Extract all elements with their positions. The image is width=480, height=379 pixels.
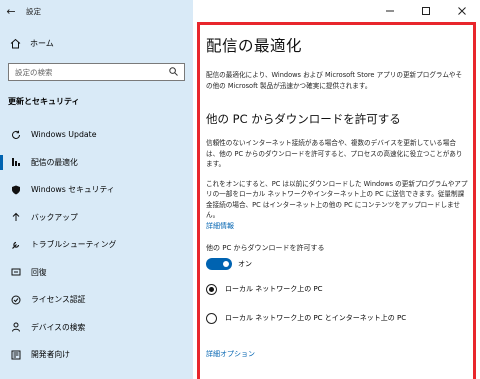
search-input[interactable]: 設定の検索 bbox=[8, 63, 185, 81]
sidebar-item-label: デバイスの検索 bbox=[31, 322, 86, 332]
sidebar-item-label: 配信の最適化 bbox=[31, 157, 78, 167]
allow-downloads-toggle-row: オン bbox=[206, 257, 468, 270]
search-placeholder: 設定の検索 bbox=[15, 67, 53, 77]
sidebar-nav: Windows Update 配信の最適化 Windows セキュリティ バック… bbox=[0, 121, 193, 369]
sidebar-item-label: Windows Update bbox=[31, 130, 97, 140]
title-bar-left: ← 設定 bbox=[0, 0, 193, 22]
radio-local-network[interactable]: ローカル ネットワーク上の PC bbox=[206, 283, 468, 295]
search-icon[interactable] bbox=[169, 66, 178, 78]
sidebar-item-label: ライセンス認証 bbox=[31, 295, 86, 305]
radio-label: ローカル ネットワーク上の PC とインターネット上の PC bbox=[225, 314, 407, 322]
toggle-state-label: オン bbox=[238, 259, 252, 268]
sidebar-item-label: トラブルシューティング bbox=[31, 240, 117, 250]
radio-button-unselected[interactable] bbox=[206, 312, 217, 324]
sidebar-item-windows-update[interactable]: Windows Update bbox=[0, 121, 193, 149]
sidebar-item-delivery-optimization[interactable]: 配信の最適化 bbox=[0, 149, 193, 177]
sidebar-item-label: 開発者向け bbox=[31, 350, 70, 360]
delivery-icon bbox=[10, 157, 21, 168]
sidebar-item-troubleshoot[interactable]: トラブルシューティング bbox=[0, 231, 193, 259]
recovery-icon bbox=[10, 267, 21, 278]
home-link[interactable]: ホーム bbox=[10, 38, 54, 49]
sidebar-item-developer[interactable]: 開発者向け bbox=[0, 341, 193, 369]
paragraph-1: 信頼性のないインターネット接続がある場合や、複数のデバイスを更新している場合は、… bbox=[206, 139, 463, 168]
check-circle-icon bbox=[10, 294, 21, 305]
sidebar-item-recovery[interactable]: 回復 bbox=[0, 259, 193, 287]
wrench-icon bbox=[10, 239, 21, 250]
person-icon bbox=[10, 322, 21, 333]
developer-icon bbox=[10, 349, 21, 360]
shield-icon bbox=[10, 184, 21, 195]
radio-local-and-internet[interactable]: ローカル ネットワーク上の PC とインターネット上の PC bbox=[206, 312, 468, 324]
sidebar-item-windows-security[interactable]: Windows セキュリティ bbox=[0, 176, 193, 204]
back-arrow-icon[interactable]: ← bbox=[0, 5, 22, 18]
sidebar-item-label: Windows セキュリティ bbox=[31, 185, 115, 195]
page-title: 配信の最適化 bbox=[206, 37, 303, 55]
details-link[interactable]: 詳細情報 bbox=[206, 221, 468, 231]
radio-dot bbox=[209, 286, 214, 292]
content: 配信の最適化 配信の最適化により、Windows および Microsoft S… bbox=[206, 34, 468, 359]
minimize-icon[interactable] bbox=[372, 0, 408, 22]
advanced-options-link[interactable]: 詳細オプション bbox=[206, 349, 468, 359]
maximize-icon[interactable] bbox=[408, 0, 444, 22]
radio-label: ローカル ネットワーク上の PC bbox=[225, 285, 323, 293]
sidebar: ← 設定 ホーム 設定の検索 更新とセキュリティ Windows Update … bbox=[0, 0, 193, 379]
sidebar-item-backup[interactable]: バックアップ bbox=[0, 204, 193, 232]
allow-downloads-toggle[interactable] bbox=[206, 257, 232, 270]
sidebar-item-label: バックアップ bbox=[31, 212, 78, 222]
upload-icon bbox=[10, 212, 21, 223]
title-bar-right bbox=[193, 0, 480, 22]
sidebar-item-label: 回復 bbox=[31, 267, 47, 277]
radio-button-selected[interactable] bbox=[206, 283, 217, 295]
home-icon bbox=[10, 38, 21, 49]
refresh-icon bbox=[10, 129, 21, 140]
paragraph-2: これをオンにすると、PC は以前にダウンロードした Windows の更新プログ… bbox=[206, 179, 468, 220]
intro-text: 配信の最適化により、Windows および Microsoft Store アプ… bbox=[206, 71, 463, 90]
section-title: 更新とセキュリティ bbox=[8, 97, 80, 106]
section-heading: 他の PC からダウンロードを許可する bbox=[206, 112, 401, 126]
close-icon[interactable] bbox=[444, 0, 480, 22]
home-label: ホーム bbox=[30, 39, 54, 48]
window-title: 設定 bbox=[26, 6, 41, 16]
sidebar-item-find-device[interactable]: デバイスの検索 bbox=[0, 314, 193, 342]
sidebar-item-activation[interactable]: ライセンス認証 bbox=[0, 286, 193, 314]
toggle-caption: 他の PC からダウンロードを許可する bbox=[206, 243, 325, 252]
